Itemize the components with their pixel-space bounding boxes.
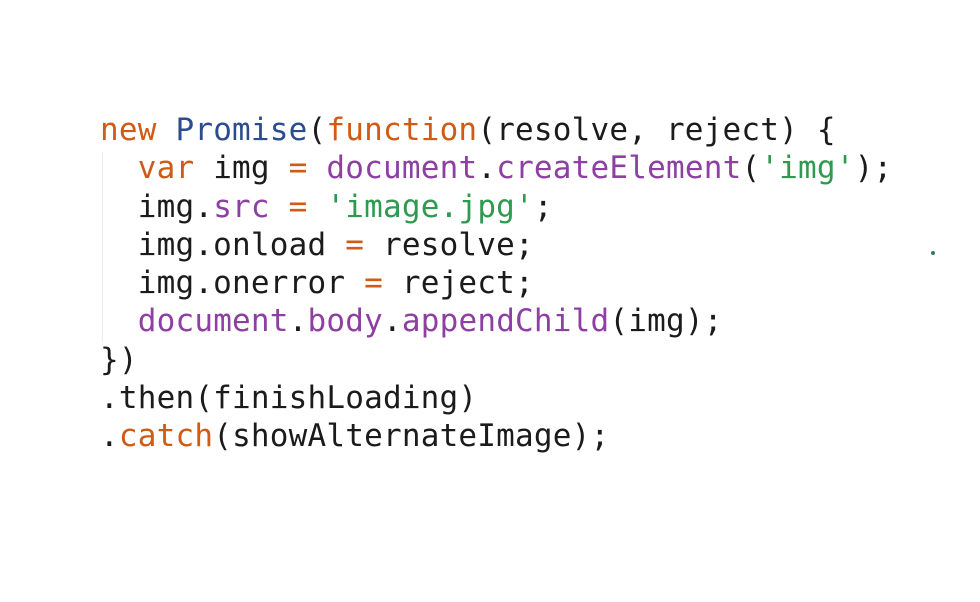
code-block: new Promise(function(resolve, reject) { … bbox=[100, 111, 892, 456]
code-token: = bbox=[288, 150, 308, 187]
code-token: createElement bbox=[496, 150, 742, 187]
code-token: body bbox=[307, 303, 383, 340]
code-token: . bbox=[100, 418, 119, 455]
code-token: 'img' bbox=[760, 150, 855, 187]
code-token: reject; bbox=[382, 265, 534, 302]
code-token: (resolve, reject) { bbox=[477, 112, 836, 148]
code-token: ( bbox=[307, 112, 327, 148]
code-token: appendChild bbox=[401, 303, 610, 340]
code-token: Promise bbox=[175, 112, 308, 148]
code-token: 'image.jpg' bbox=[326, 188, 534, 225]
code-token: = bbox=[288, 188, 308, 225]
code-token: new bbox=[100, 112, 157, 148]
code-token: .then(finishLoading) bbox=[100, 380, 478, 417]
code-token: = bbox=[364, 265, 383, 302]
code-line-9: .catch(showAlternateImage); bbox=[100, 417, 892, 455]
code-token: document bbox=[326, 150, 478, 187]
code-token: ; bbox=[533, 188, 553, 225]
code-token: img.onload bbox=[100, 226, 346, 263]
code-token: document bbox=[137, 303, 289, 340]
code-token: }) bbox=[100, 341, 138, 378]
code-line-3: img.src = 'image.jpg'; bbox=[100, 188, 892, 226]
code-line-4: img.onload = resolve; bbox=[100, 226, 892, 264]
stray-dot bbox=[931, 251, 935, 255]
code-token: img. bbox=[100, 188, 214, 225]
code-token: img.onerror bbox=[100, 265, 365, 302]
code-line-5: img.onerror = reject; bbox=[100, 264, 892, 302]
code-token: . bbox=[288, 303, 308, 340]
code-token: function bbox=[326, 112, 478, 148]
code-token: ( bbox=[741, 150, 761, 187]
code-line-7: }) bbox=[100, 341, 892, 379]
code-line-2: var img = document.createElement('img'); bbox=[100, 149, 892, 187]
code-token: ); bbox=[854, 150, 893, 187]
code-line-1: new Promise(function(resolve, reject) { bbox=[100, 111, 892, 149]
code-token: . bbox=[477, 150, 497, 187]
code-token: var bbox=[137, 150, 195, 187]
code-token: catch bbox=[118, 418, 214, 455]
code-token: (showAlternateImage); bbox=[213, 418, 610, 455]
code-line-8: .then(finishLoading) bbox=[100, 379, 892, 417]
code-token: img bbox=[194, 150, 289, 187]
code-line-6: document.body.appendChild(img); bbox=[100, 302, 892, 340]
code-token: src bbox=[213, 188, 270, 225]
code-token: = bbox=[345, 226, 365, 263]
code-token: resolve; bbox=[364, 226, 534, 263]
code-token: . bbox=[383, 303, 402, 340]
code-token: (img); bbox=[609, 303, 723, 340]
